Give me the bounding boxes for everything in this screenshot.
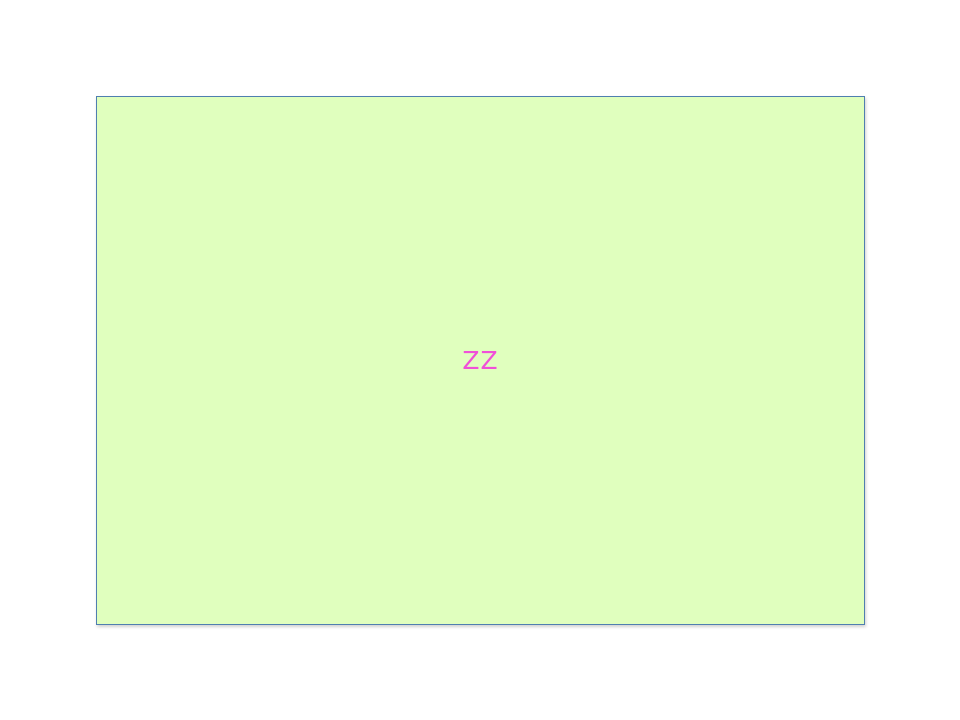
slide-canvas: ZZ xyxy=(0,0,960,720)
box-label: ZZ xyxy=(462,346,499,375)
green-text-box: ZZ xyxy=(96,96,865,625)
